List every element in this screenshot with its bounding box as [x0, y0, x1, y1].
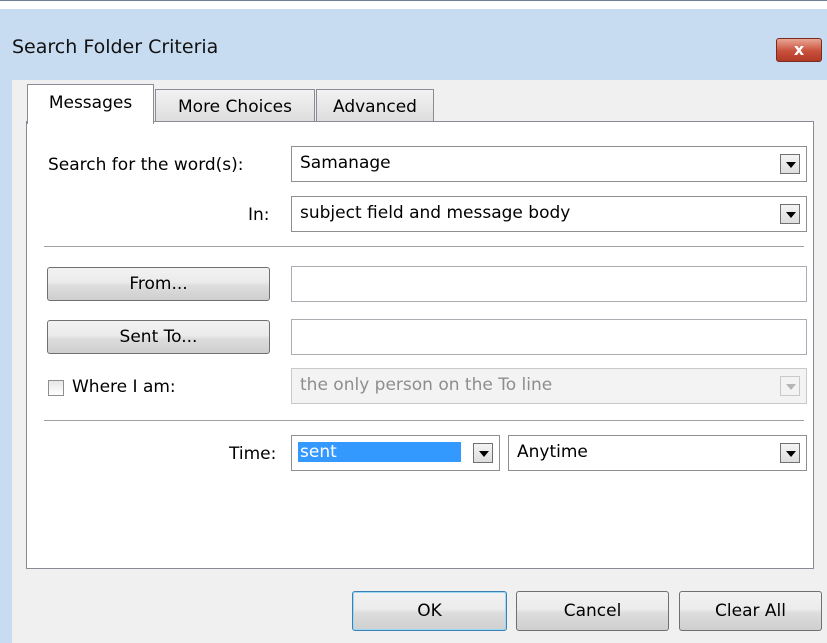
separator	[44, 246, 804, 248]
chevron-down-icon[interactable]	[780, 154, 800, 174]
close-icon: x	[793, 40, 805, 59]
ok-button-label: OK	[417, 601, 442, 621]
sent-to-button[interactable]: Sent To...	[47, 320, 270, 354]
time-range-value: Anytime	[517, 442, 588, 462]
search-words-combobox[interactable]: Samanage	[291, 146, 807, 182]
chevron-down-icon[interactable]	[473, 443, 493, 463]
where-i-am-value: the only person on the To line	[300, 375, 553, 395]
where-i-am-checkbox[interactable]	[48, 380, 64, 396]
search-words-value: Samanage	[300, 153, 391, 173]
cancel-button[interactable]: Cancel	[516, 591, 669, 631]
tab-messages[interactable]: Messages	[27, 84, 154, 124]
tab-more-choices-label: More Choices	[178, 97, 292, 117]
in-field-combobox[interactable]: subject field and message body	[291, 196, 807, 232]
time-type-value: sent	[298, 442, 461, 462]
time-label: Time:	[229, 444, 277, 464]
ok-button[interactable]: OK	[352, 591, 507, 631]
from-field[interactable]	[291, 266, 807, 302]
from-button-label: From...	[129, 274, 188, 294]
separator	[44, 420, 804, 422]
dialog-title: Search Folder Criteria	[12, 36, 219, 58]
close-button[interactable]: x	[776, 38, 822, 62]
tab-advanced-label: Advanced	[333, 97, 417, 117]
chevron-down-icon[interactable]	[780, 443, 800, 463]
tab-more-choices[interactable]: More Choices	[155, 89, 315, 123]
clear-all-button[interactable]: Clear All	[679, 591, 822, 631]
tab-messages-label: Messages	[48, 93, 133, 113]
sent-to-field[interactable]	[291, 319, 807, 355]
search-folder-criteria-dialog: Search Folder Criteria x Messages More C…	[0, 0, 827, 643]
chevron-down-icon[interactable]	[780, 204, 800, 224]
sent-to-button-label: Sent To...	[119, 327, 198, 347]
clear-all-button-label: Clear All	[715, 601, 786, 621]
where-i-am-label[interactable]: Where I am:	[72, 377, 176, 397]
search-words-label: Search for the word(s):	[48, 155, 244, 175]
time-range-combobox[interactable]: Anytime	[508, 435, 807, 471]
time-type-combobox[interactable]: sent	[291, 435, 500, 471]
in-field-value: subject field and message body	[300, 203, 571, 223]
cancel-button-label: Cancel	[563, 601, 622, 621]
title-bar[interactable]: Search Folder Criteria x	[0, 9, 827, 79]
in-label: In:	[248, 205, 270, 225]
where-i-am-combobox: the only person on the To line	[291, 368, 807, 404]
chevron-down-icon	[780, 376, 800, 396]
from-button[interactable]: From...	[47, 267, 270, 301]
tab-advanced[interactable]: Advanced	[316, 89, 434, 123]
